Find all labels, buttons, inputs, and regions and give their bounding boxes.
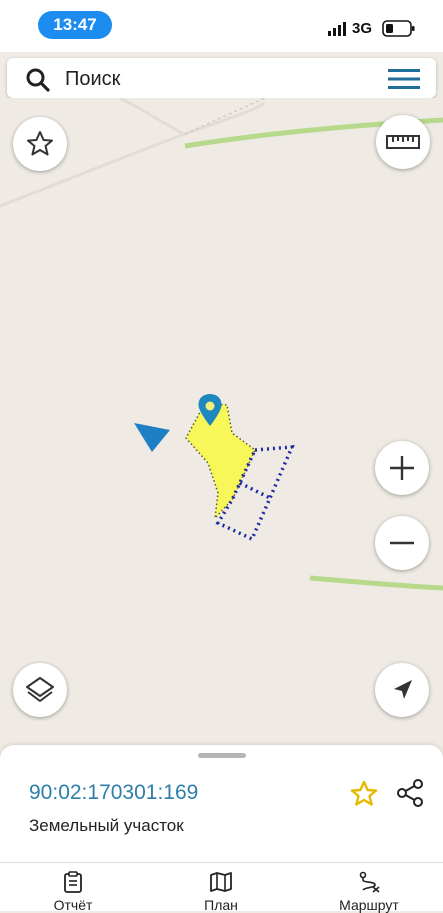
nav-plan-label: План [204, 897, 238, 913]
search-bar[interactable]: Поиск [7, 58, 436, 98]
bottom-navigation: Отчёт План Маршрут [0, 862, 443, 913]
nav-report-label: Отчёт [53, 897, 93, 913]
star-outline-icon [27, 131, 53, 156]
plus-icon [390, 456, 414, 480]
layers-icon [26, 677, 54, 702]
ruler-icon [386, 135, 420, 149]
battery-icon [382, 20, 415, 37]
parcel-info-card[interactable]: 90:02:170301:169 Земельный участок [0, 745, 443, 865]
parcel-type-label: Земельный участок [29, 816, 184, 835]
nav-report[interactable]: Отчёт [28, 871, 118, 913]
nav-route[interactable]: Маршрут [324, 871, 414, 913]
route-icon [359, 871, 380, 893]
ruler-button[interactable] [376, 115, 430, 169]
nav-plan[interactable]: План [176, 871, 266, 913]
map-view[interactable] [0, 98, 443, 748]
map-canvas[interactable] [0, 98, 443, 748]
zoom-out-button[interactable] [375, 516, 429, 570]
zoom-in-button[interactable] [375, 441, 429, 495]
navigation-arrow-icon [394, 680, 412, 699]
network-type: 3G [352, 20, 373, 37]
search-icon[interactable] [25, 67, 51, 93]
parcel-cadastral-number[interactable]: 90:02:170301:169 [29, 781, 198, 805]
map-icon [210, 872, 232, 892]
favorites-button[interactable] [13, 117, 67, 171]
minus-icon [390, 541, 414, 545]
status-bar: 13:47 3G [0, 0, 443, 52]
clipboard-icon [64, 871, 82, 893]
favorite-star-icon[interactable] [349, 779, 379, 809]
drag-handle[interactable] [198, 753, 246, 758]
search-input[interactable]: Поиск [65, 68, 120, 91]
hamburger-menu-icon[interactable] [388, 68, 420, 90]
locate-me-button[interactable] [375, 663, 429, 717]
signal-icon [328, 22, 346, 36]
status-time: 13:47 [38, 11, 112, 39]
share-icon[interactable] [395, 778, 425, 808]
layers-button[interactable] [13, 663, 67, 717]
nav-route-label: Маршрут [339, 897, 399, 913]
